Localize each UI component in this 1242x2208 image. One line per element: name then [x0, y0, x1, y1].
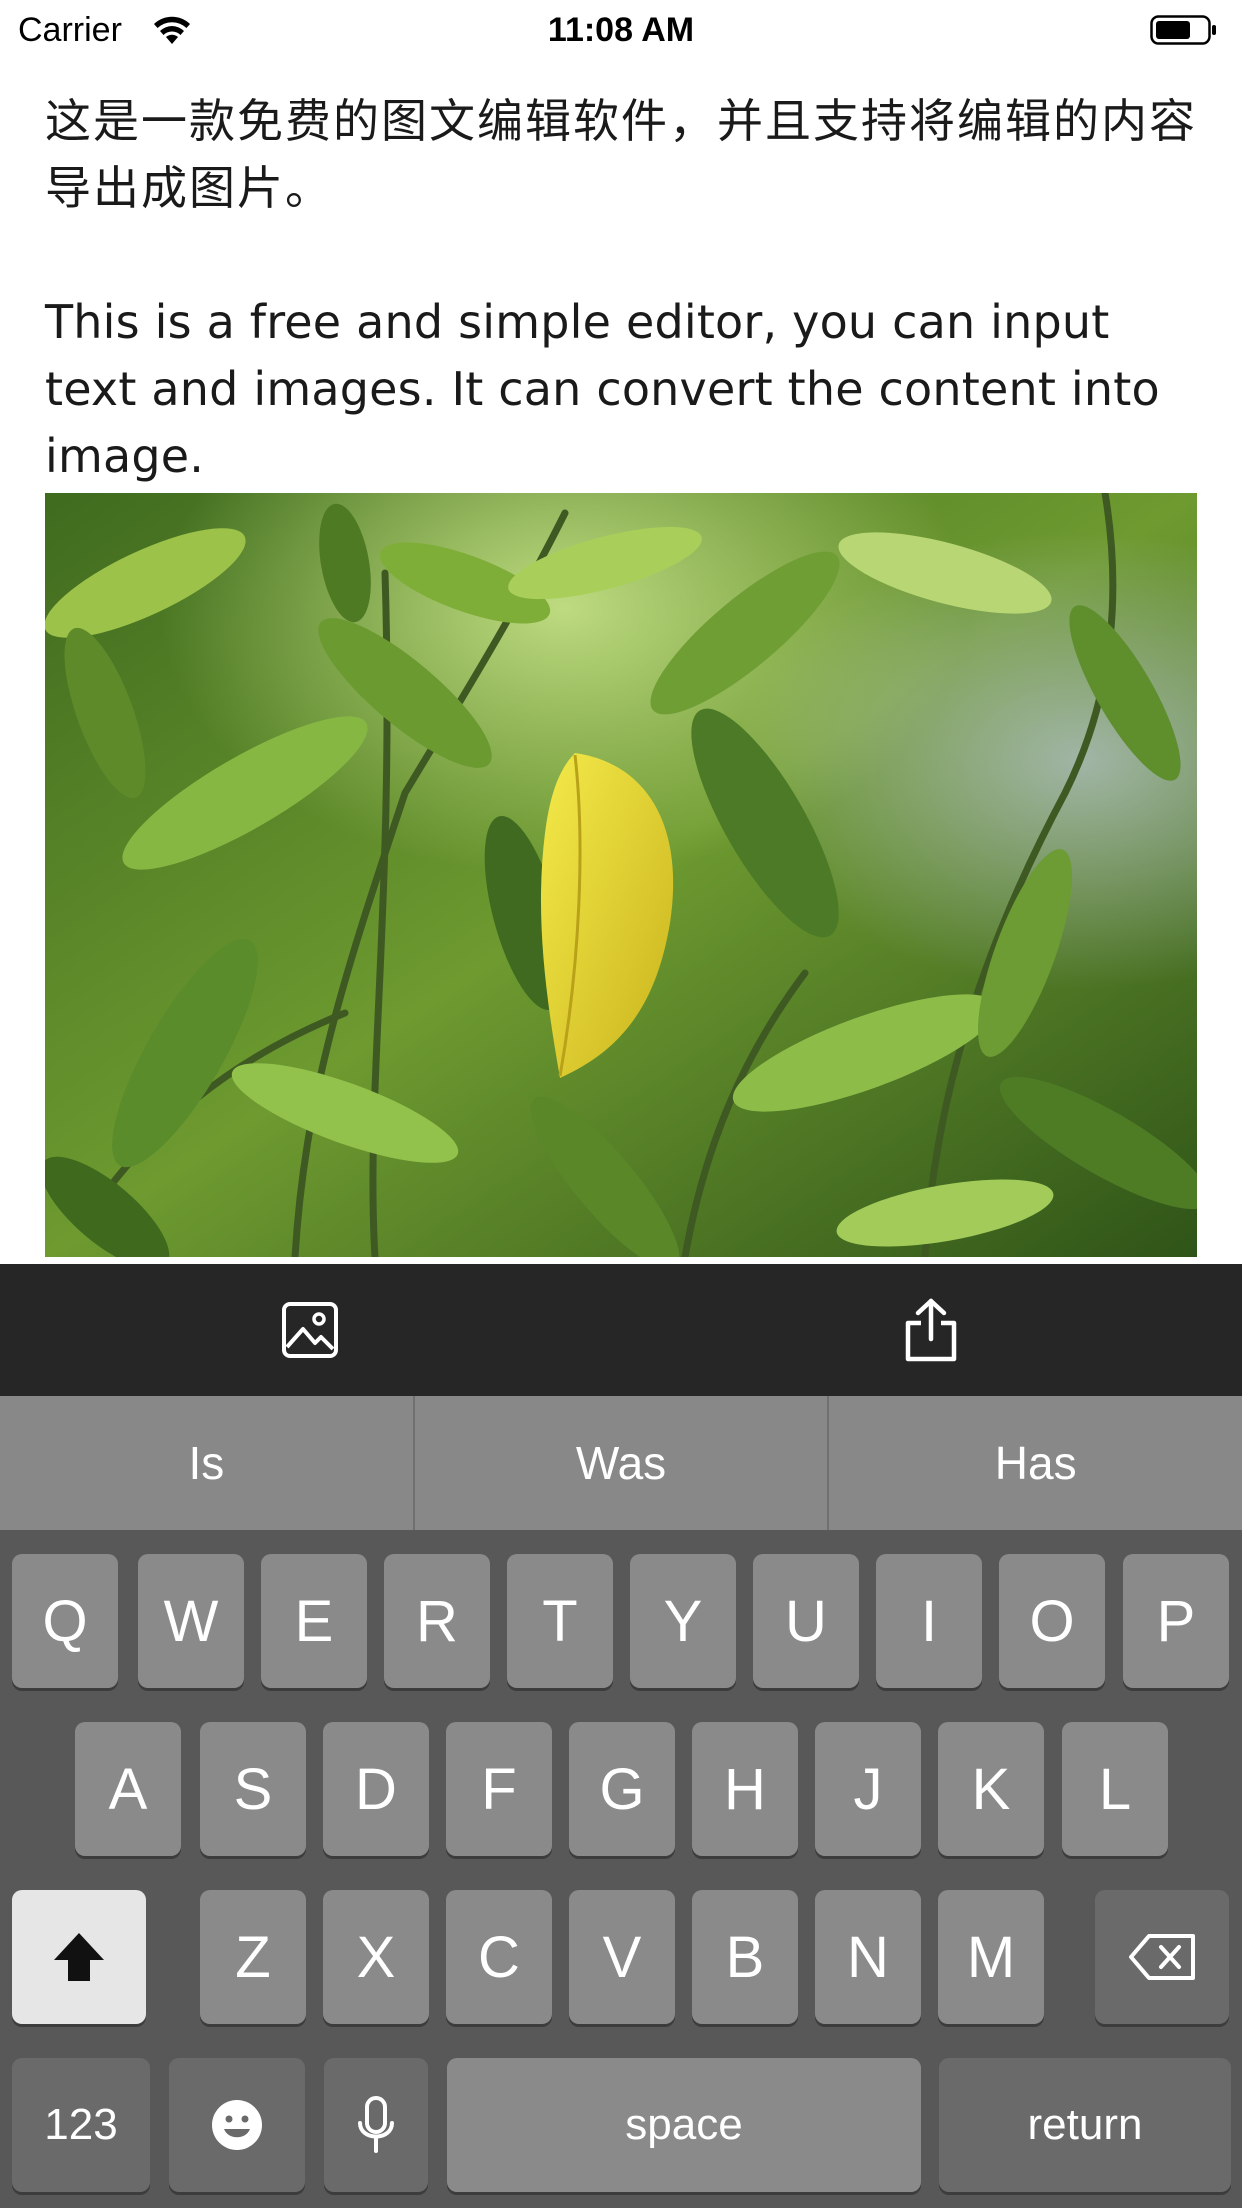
status-bar: Carrier 11:08 AM — [0, 0, 1242, 60]
image-icon — [282, 1302, 338, 1358]
suggestion-item[interactable]: Is — [0, 1396, 413, 1530]
key-r[interactable]: R — [384, 1554, 490, 1688]
key-w[interactable]: W — [138, 1554, 244, 1688]
document-content[interactable]: 这是一款免费的图文编辑软件，并且支持将编辑的内容导出成图片。 This is a… — [45, 88, 1205, 490]
key-k[interactable]: K — [938, 1722, 1044, 1856]
key-o[interactable]: O — [999, 1554, 1105, 1688]
return-key[interactable]: return — [939, 2058, 1231, 2192]
clock: 11:08 AM — [547, 11, 695, 49]
key-p[interactable]: P — [1123, 1554, 1229, 1688]
key-v[interactable]: V — [569, 1890, 675, 2024]
space-key[interactable]: space — [447, 2058, 921, 2192]
key-j[interactable]: J — [815, 1722, 921, 1856]
key-f[interactable]: F — [446, 1722, 552, 1856]
key-s[interactable]: S — [200, 1722, 306, 1856]
key-y[interactable]: Y — [630, 1554, 736, 1688]
suggestion-bar: Is Was Has — [0, 1396, 1242, 1530]
backspace-key[interactable] — [1095, 1890, 1229, 2024]
microphone-icon — [358, 2096, 394, 2153]
emoji-icon — [212, 2100, 262, 2150]
key-t[interactable]: T — [507, 1554, 613, 1688]
shift-icon — [54, 1933, 104, 1981]
key-z[interactable]: Z — [200, 1890, 306, 2024]
key-i[interactable]: I — [876, 1554, 982, 1688]
suggestion-item[interactable]: Was — [412, 1396, 828, 1530]
key-g[interactable]: G — [569, 1722, 675, 1856]
editor-toolbar — [0, 1264, 1242, 1396]
key-n[interactable]: N — [815, 1890, 921, 2024]
key-l[interactable]: L — [1062, 1722, 1168, 1856]
share-icon — [905, 1298, 957, 1362]
suggestion-item[interactable]: Has — [827, 1396, 1242, 1530]
numbers-key[interactable]: 123 — [12, 2058, 150, 2192]
insert-image-button[interactable] — [275, 1294, 345, 1366]
emoji-key[interactable] — [169, 2058, 305, 2192]
key-h[interactable]: H — [692, 1722, 798, 1856]
shift-key[interactable] — [12, 1890, 146, 2024]
green-leaves-photo[interactable] — [45, 493, 1197, 1257]
dictation-key[interactable] — [324, 2058, 428, 2192]
key-x[interactable]: X — [323, 1890, 429, 2024]
paragraph-chinese[interactable]: 这是一款免费的图文编辑软件，并且支持将编辑的内容导出成图片。 — [45, 88, 1205, 222]
key-q[interactable]: Q — [12, 1554, 118, 1688]
battery-icon — [1150, 15, 1216, 45]
share-button[interactable] — [896, 1294, 966, 1366]
editor-screen: Carrier 11:08 AM 这是一款免费的图文编辑软件，并且支持将编辑的内… — [0, 0, 1242, 2208]
keyboard: Is Was Has Q W E R T Y U I O P A S D F G… — [0, 1396, 1242, 2208]
key-u[interactable]: U — [753, 1554, 859, 1688]
key-c[interactable]: C — [446, 1890, 552, 2024]
paragraph-english[interactable]: This is a free and simple editor, you ca… — [45, 289, 1205, 490]
key-a[interactable]: A — [75, 1722, 181, 1856]
key-m[interactable]: M — [938, 1890, 1044, 2024]
key-e[interactable]: E — [261, 1554, 367, 1688]
key-d[interactable]: D — [323, 1722, 429, 1856]
backspace-icon — [1129, 1934, 1195, 1980]
key-b[interactable]: B — [692, 1890, 798, 2024]
